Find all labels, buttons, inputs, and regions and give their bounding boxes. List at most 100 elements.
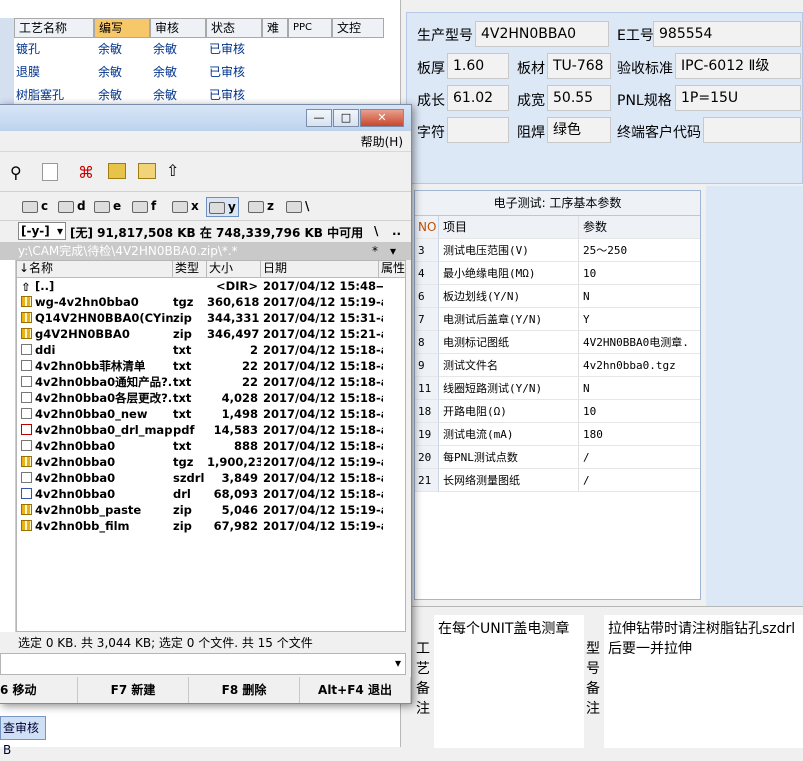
drive-d-button[interactable]: d [58, 197, 86, 215]
col-attr[interactable]: 属性 [379, 261, 405, 277]
file-row[interactable]: 4v2hn0bb菲林清单 txt 22 2017/04/12 15:18-a– [17, 358, 405, 374]
table-row[interactable]: 7 电测试后盖章(Y/N) Y [415, 308, 700, 331]
table-row[interactable]: 21 长网络测量图纸 / [415, 469, 700, 492]
file-row[interactable]: Q14V2HN0BBA0(CYin... zip 344,331 2017/04/12… [17, 310, 405, 326]
col-name[interactable]: ↓名称 [17, 261, 173, 277]
file-row[interactable]: 4v2hn0bba0 tgz 1,900,2362017/04/12 15:19-a… [17, 454, 405, 470]
file-row[interactable]: 4v2hn0bba0 drl 68,093 2017/04/12 15:18-a– [17, 486, 405, 502]
network-root-button[interactable]: \ [286, 197, 309, 215]
file-row[interactable]: 4v2hn0bb_paste zip 5,046 2017/04/12 15:19-a… [17, 502, 405, 518]
file-row[interactable]: 4v2hn0bba0_new txt 1,498 2017/04/12 15:18-a… [17, 406, 405, 422]
col-process-name[interactable]: 工艺名称 [14, 18, 94, 38]
customer-field[interactable] [703, 117, 801, 143]
path-bar[interactable]: y:\CAM完成\待检\4V2HN0BBA0.zip\*.* * ▾ [0, 242, 411, 260]
col-difficulty[interactable]: 难 [262, 18, 288, 38]
table-row[interactable]: 退膜 余敏 余敏 已审核 [14, 61, 267, 83]
drive-e-button[interactable]: e [94, 197, 121, 215]
col-type[interactable]: 类型 [173, 261, 207, 277]
model-field[interactable]: 4V2HN0BBA0 [475, 21, 609, 47]
col-status[interactable]: 状态 [206, 18, 262, 38]
col-no[interactable]: NO [415, 216, 439, 239]
drive-z-button[interactable]: z [248, 197, 274, 215]
col-item[interactable]: 项目 [439, 216, 579, 239]
minimize-button[interactable]: — [306, 109, 332, 127]
up-arrow-icon[interactable]: ⇧ [166, 161, 179, 180]
pdf-icon[interactable]: ⌘ [78, 163, 94, 182]
txt-file-icon [21, 440, 32, 451]
col-size[interactable]: 大小 [207, 261, 261, 277]
root-dir-button[interactable]: \ [374, 224, 378, 238]
drive-c-button[interactable]: c [22, 197, 48, 215]
free-space-bar: [-y-] ▾ [无] 91,817,508 KB 在 748,339,796 K… [0, 220, 411, 242]
zip-file-icon [21, 312, 32, 323]
file-row[interactable]: 4v2hn0bba0通知产品?.. txt 22 2017/04/12 15:18-a… [17, 374, 405, 390]
file-row[interactable]: 4v2hn0bba0 txt 888 2017/04/12 15:18-a– [17, 438, 405, 454]
table-row[interactable]: 20 每PNL测试点数 / [415, 446, 700, 469]
table-row[interactable]: 6 板边划线(Y/N) N [415, 285, 700, 308]
model-remark-field[interactable]: 拉伸钻带时请注树脂钻孔szdrl后要一并拉伸 [604, 615, 803, 748]
table-row[interactable]: 8 电测标记图纸 4V2HN0BBA0电测章. [415, 331, 700, 354]
char-field[interactable] [447, 117, 509, 143]
drive-f-button[interactable]: f [132, 197, 156, 215]
maximize-button[interactable]: □ [333, 109, 359, 127]
mask-field[interactable]: 绿色 [547, 117, 611, 143]
table-row[interactable]: 4 最小绝缘电阻(MΩ) 10 [415, 262, 700, 285]
eno-field[interactable]: 985554 [653, 21, 801, 47]
parent-dir-button[interactable]: .. [392, 224, 401, 238]
table-row[interactable]: 3 测试电压范围(V) 25～250 [415, 239, 700, 262]
chevron-down-icon[interactable]: ▾ [390, 242, 396, 260]
txt-file-icon [21, 344, 32, 355]
file-row[interactable]: 4v2hn0bba0_drl_map pdf 14,583 2017/04/12 15… [17, 422, 405, 438]
command-line-input[interactable]: ▾ [0, 653, 406, 675]
length-field[interactable]: 61.02 [447, 85, 509, 111]
file-row[interactable]: wg-4v2hn0bba0 tgz 360,618 2017/04/12 15:19-… [17, 294, 405, 310]
file-row[interactable]: ddi txt 2 2017/04/12 15:18-a– [17, 342, 405, 358]
f6-move-button[interactable]: 6 移动 [0, 677, 78, 703]
etest-cell-no: 11 [415, 377, 439, 400]
thickness-field[interactable]: 1.60 [447, 53, 509, 79]
col-reviewer[interactable]: 审核 [150, 18, 206, 38]
file-row[interactable]: 4v2hn0bba0各层更改?.. txt 4,028 2017/04/12 15:1… [17, 390, 405, 406]
width-field[interactable]: 50.55 [547, 85, 611, 111]
binoculars-icon[interactable]: ⚲ [10, 163, 22, 182]
exit-button[interactable]: Alt+F4 退出 [300, 677, 411, 703]
table-row[interactable]: 树脂塞孔 余敏 余敏 已审核 [14, 84, 267, 106]
review-button[interactable]: 查审核B [0, 716, 46, 757]
col-param[interactable]: 参数 [579, 216, 700, 239]
file-size: <DIR> [216, 279, 258, 293]
file-name-text: g4V2HN0BBA0 [35, 327, 130, 341]
f7-new-button[interactable]: F7 新建 [78, 677, 189, 703]
file-row[interactable]: ⇧ [..] <DIR> 2017/04/12 15:48— [17, 278, 405, 294]
col-date[interactable]: 日期 [261, 261, 379, 277]
table-row[interactable]: 9 测试文件名 4v2hn0bba0.tgz [415, 354, 700, 377]
history-button[interactable]: * [372, 242, 378, 260]
file-row[interactable]: g4V2HN0BBA0 zip 346,497 2017/04/12 15:21-a– [17, 326, 405, 342]
file-row[interactable]: 4v2hn0bba0 szdrl 3,849 2017/04/12 15:18-a– [17, 470, 405, 486]
standard-field[interactable]: IPC-6012 Ⅱ级 [675, 53, 801, 79]
drive-x-button[interactable]: x [172, 197, 199, 215]
window-titlebar[interactable]: — □ ✕ [0, 105, 411, 131]
col-author[interactable]: 编写 [94, 18, 150, 38]
material-field[interactable]: TU-768 [547, 53, 611, 79]
close-button[interactable]: ✕ [360, 109, 404, 127]
process-remark-field[interactable]: 在每个UNIT盖电测章 [434, 615, 584, 748]
pnl-field[interactable]: 1P=15U [675, 85, 801, 111]
table-row[interactable]: 18 开路电阻(Ω) 10 [415, 400, 700, 423]
col-doc-control[interactable]: 文控 [332, 18, 384, 38]
file-size: 14,583 [213, 423, 258, 437]
copy-icon[interactable] [42, 163, 58, 181]
menu-help[interactable]: 帮助(H) [361, 133, 403, 150]
drive-select[interactable]: [-y-] ▾ [18, 222, 66, 240]
file-date: 2017/04/12 15:18-a– [263, 359, 383, 373]
table-row[interactable]: 19 测试电流(mA) 180 [415, 423, 700, 446]
chevron-down-icon[interactable]: ▾ [395, 656, 401, 670]
file-date: 2017/04/12 15:21-a– [263, 327, 383, 341]
col-ppc[interactable]: PPC [288, 18, 332, 38]
table-row[interactable]: 镀孔 余敏 余敏 已审核 [14, 38, 267, 60]
table-row[interactable]: 11 线圈短路测试(Y/N) N [415, 377, 700, 400]
file-row[interactable]: 4v2hn0bb_film zip 67,982 2017/04/12 15:19-a… [17, 518, 405, 534]
open-folder-icon[interactable] [138, 163, 156, 179]
folder-icon[interactable] [108, 163, 126, 179]
drive-y-button[interactable]: y [206, 197, 239, 217]
f8-delete-button[interactable]: F8 删除 [189, 677, 300, 703]
